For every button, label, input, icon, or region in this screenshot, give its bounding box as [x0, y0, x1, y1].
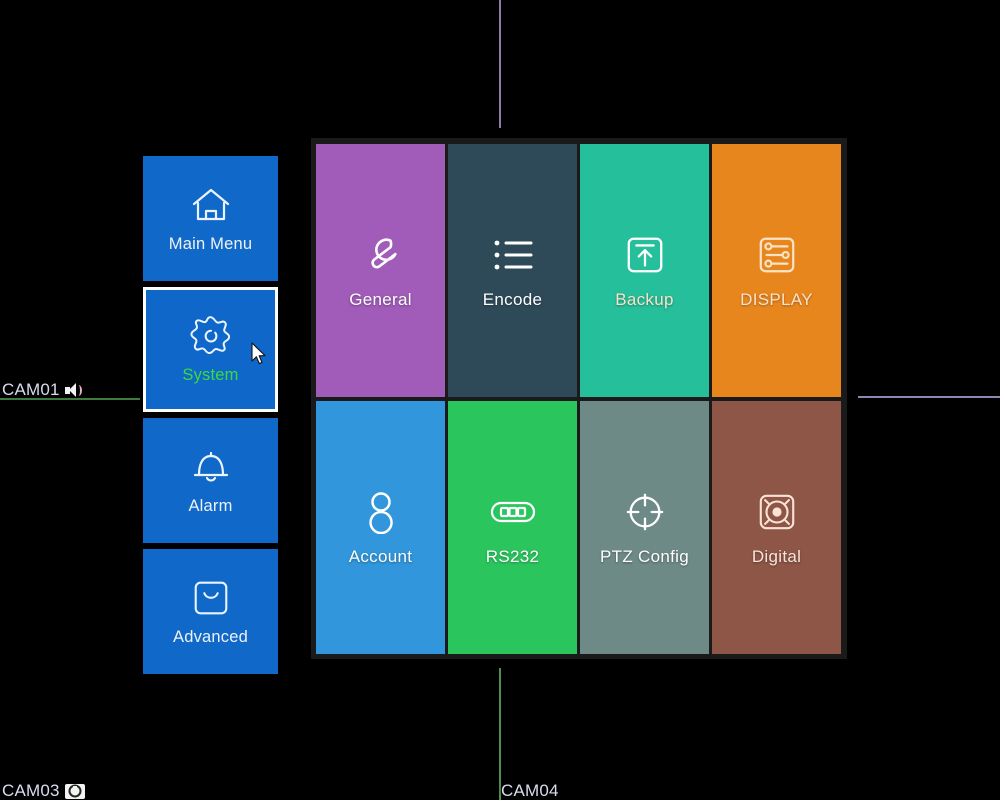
- menu-tile-display[interactable]: DISPLAY: [712, 144, 841, 397]
- user-icon: [358, 489, 404, 535]
- menu-tile-general[interactable]: General: [316, 144, 445, 397]
- menu-tile-label: Encode: [482, 289, 543, 309]
- camera-lens-icon: [754, 489, 800, 535]
- divider-vertical-top: [499, 0, 501, 128]
- menu-tile-label: RS232: [485, 546, 540, 566]
- menu-tile-label: DISPLAY: [740, 289, 813, 309]
- crosshair-icon: [622, 489, 668, 535]
- dvr-live-view-screen: CAM01 CAM03 CAM04 Main Menu System Alarm…: [0, 0, 1000, 800]
- menu-tile-digital[interactable]: Digital: [712, 401, 841, 654]
- sidebar-item-main-menu[interactable]: Main Menu: [143, 156, 278, 281]
- list-icon: [490, 232, 536, 278]
- sidebar-item-label: Alarm: [188, 497, 233, 515]
- camera-label-cam01: CAM01: [2, 380, 82, 400]
- sliders-icon: [754, 232, 800, 278]
- sidebar-item-alarm[interactable]: Alarm: [143, 418, 278, 543]
- menu-tile-label: PTZ Config: [600, 546, 689, 566]
- sidebar-item-label: Main Menu: [168, 235, 253, 253]
- camera-name-text: CAM01: [2, 380, 60, 399]
- camera-label-cam03: CAM03: [2, 781, 85, 800]
- menu-tile-rs232[interactable]: RS232: [448, 401, 577, 654]
- bell-icon: [189, 445, 233, 489]
- menu-tile-label: Account: [348, 546, 413, 566]
- menu-tile-label: Backup: [615, 289, 674, 309]
- system-menu-panel: General Encode Backup DISPLAY Account RS…: [311, 138, 847, 659]
- sidebar-item-advanced[interactable]: Advanced: [143, 549, 278, 674]
- gear-icon: [189, 314, 233, 358]
- camera-label-cam04: CAM04: [501, 781, 559, 800]
- serial-port-icon: [490, 489, 536, 535]
- record-icon: [64, 783, 85, 799]
- sidebar-item-label: Advanced: [173, 628, 248, 646]
- camera-name-text: CAM03: [2, 781, 60, 800]
- wrench-icon: [358, 232, 404, 278]
- menu-tile-account[interactable]: Account: [316, 401, 445, 654]
- system-menu-grid: General Encode Backup DISPLAY Account RS…: [316, 144, 841, 654]
- mouse-pointer-icon: [251, 342, 267, 366]
- sidebar-item-label: System: [182, 366, 239, 384]
- toolbox-icon: [189, 576, 233, 620]
- menu-tile-encode[interactable]: Encode: [448, 144, 577, 397]
- camera-name-text: CAM04: [501, 781, 559, 800]
- menu-tile-label: General: [349, 289, 412, 309]
- home-icon: [189, 183, 233, 227]
- menu-tile-backup[interactable]: Backup: [580, 144, 709, 397]
- upload-box-icon: [622, 232, 668, 278]
- main-menu-sidebar: Main Menu System Alarm Advanced: [143, 156, 278, 680]
- menu-tile-label: Digital: [751, 546, 802, 566]
- speaker-icon: [64, 382, 82, 398]
- divider-horizontal-right: [858, 396, 1000, 398]
- menu-tile-ptz-config[interactable]: PTZ Config: [580, 401, 709, 654]
